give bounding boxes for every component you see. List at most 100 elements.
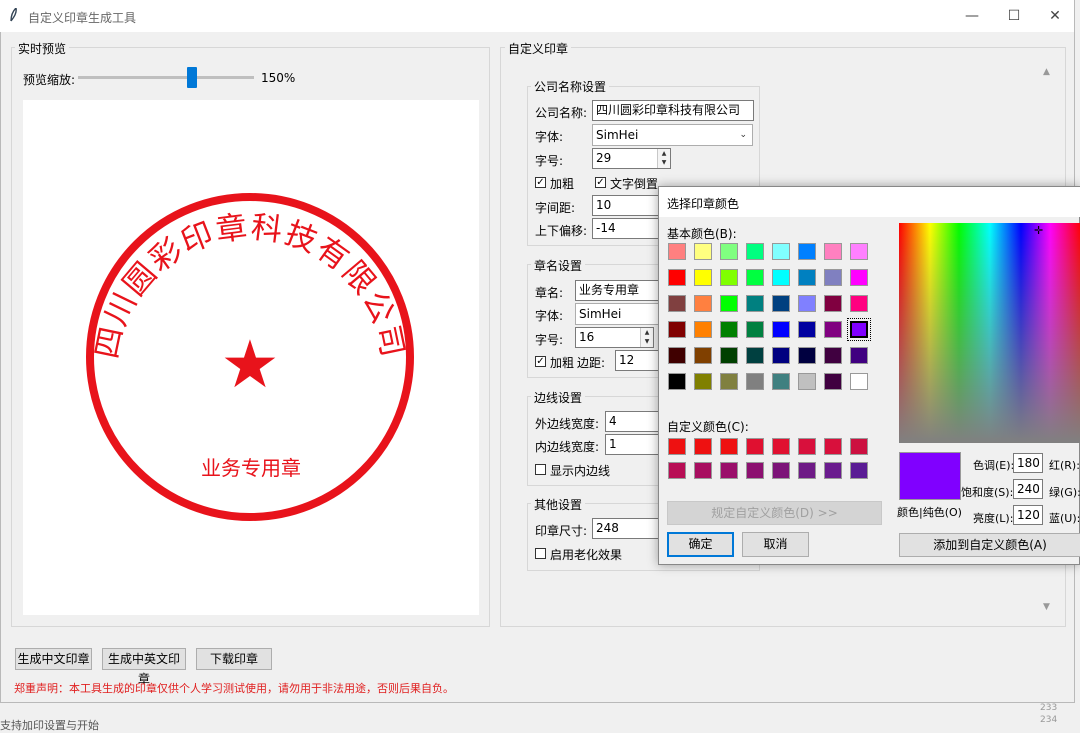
color-swatch[interactable] <box>720 347 738 364</box>
scroll-down-icon[interactable]: ▼ <box>1043 602 1050 612</box>
custom-color-swatch[interactable] <box>824 462 842 479</box>
color-swatch[interactable] <box>746 373 764 390</box>
color-swatch[interactable] <box>850 269 868 286</box>
outer-width-input[interactable]: 4 <box>605 411 660 432</box>
color-swatch[interactable] <box>824 373 842 390</box>
color-swatch[interactable] <box>772 269 790 286</box>
color-swatch[interactable] <box>746 269 764 286</box>
color-swatch[interactable] <box>694 269 712 286</box>
custom-color-swatch[interactable] <box>694 462 712 479</box>
custom-color-grid[interactable] <box>668 438 884 488</box>
color-swatch[interactable] <box>847 318 871 341</box>
color-swatch[interactable] <box>798 347 816 364</box>
color-swatch[interactable] <box>720 269 738 286</box>
color-swatch[interactable] <box>746 295 764 312</box>
color-swatch[interactable] <box>746 243 764 260</box>
close-button[interactable]: ✕ <box>1035 4 1075 28</box>
color-swatch[interactable] <box>798 269 816 286</box>
custom-color-swatch[interactable] <box>694 438 712 455</box>
color-swatch[interactable] <box>772 243 790 260</box>
color-swatch[interactable] <box>694 373 712 390</box>
company-name-input[interactable]: 四川圆彩印章科技有限公司 <box>592 100 754 121</box>
color-swatch[interactable] <box>746 321 764 338</box>
download-button[interactable]: 下载印章 <box>196 648 272 670</box>
color-swatch[interactable] <box>824 347 842 364</box>
seal-spacing-input[interactable]: 12 <box>615 350 660 371</box>
color-swatch[interactable] <box>824 295 842 312</box>
custom-color-swatch[interactable] <box>798 462 816 479</box>
custom-color-swatch[interactable] <box>668 438 686 455</box>
color-swatch[interactable] <box>772 347 790 364</box>
color-swatch[interactable] <box>772 373 790 390</box>
custom-color-swatch[interactable] <box>850 462 868 479</box>
aging-checkbox[interactable] <box>535 548 546 559</box>
color-swatch[interactable] <box>694 347 712 364</box>
color-swatch[interactable] <box>668 295 686 312</box>
ok-button[interactable]: 确定 <box>667 532 734 557</box>
color-swatch[interactable] <box>850 295 868 312</box>
offset-input[interactable]: -14 <box>592 218 659 239</box>
cancel-button[interactable]: 取消 <box>742 532 809 557</box>
show-inner-checkbox[interactable] <box>535 464 546 475</box>
color-swatch[interactable] <box>746 347 764 364</box>
maximize-button[interactable]: ☐ <box>994 4 1034 28</box>
custom-color-swatch[interactable] <box>668 462 686 479</box>
color-spectrum[interactable] <box>899 223 1080 443</box>
color-swatch[interactable] <box>720 295 738 312</box>
color-swatch[interactable] <box>772 321 790 338</box>
spin-arrows-icon[interactable]: ▲ ▼ <box>657 149 670 168</box>
custom-color-swatch[interactable] <box>850 438 868 455</box>
custom-color-swatch[interactable] <box>824 438 842 455</box>
color-swatch[interactable] <box>850 243 868 260</box>
color-swatch[interactable] <box>824 243 842 260</box>
seal-size-spinbox[interactable]: 16 ▲ ▼ <box>575 327 654 348</box>
color-swatch[interactable] <box>824 321 842 338</box>
color-swatch[interactable] <box>772 295 790 312</box>
inner-width-input[interactable]: 1 <box>605 434 660 455</box>
scroll-up-icon[interactable]: ▲ <box>1043 67 1050 77</box>
custom-color-swatch[interactable] <box>746 438 764 455</box>
color-swatch[interactable] <box>668 243 686 260</box>
invert-text-checkbox[interactable]: ✓ <box>595 177 606 188</box>
color-swatch[interactable] <box>850 373 868 390</box>
spacing-input[interactable]: 10 <box>592 195 659 216</box>
bold-checkbox[interactable]: ✓ <box>535 177 546 188</box>
hue-input[interactable]: 180 <box>1013 453 1043 473</box>
color-swatch[interactable] <box>720 373 738 390</box>
define-custom-colors-button[interactable]: 规定自定义颜色(D) >> <box>667 501 882 525</box>
custom-color-swatch[interactable] <box>772 462 790 479</box>
color-swatch[interactable] <box>798 373 816 390</box>
color-swatch[interactable] <box>798 321 816 338</box>
custom-color-swatch[interactable] <box>746 462 764 479</box>
color-swatch[interactable] <box>694 321 712 338</box>
color-swatch[interactable] <box>850 347 868 364</box>
seal-size-setting-input[interactable]: 248 <box>592 518 659 539</box>
custom-color-swatch[interactable] <box>772 438 790 455</box>
basic-color-grid[interactable] <box>668 243 884 399</box>
seal-bold-checkbox[interactable]: ✓ <box>535 356 546 367</box>
color-swatch[interactable] <box>668 269 686 286</box>
color-swatch[interactable] <box>668 347 686 364</box>
crosshair-icon[interactable]: ✛ <box>1034 224 1043 237</box>
spin-arrows-icon[interactable]: ▲ ▼ <box>640 328 653 347</box>
zoom-slider-thumb[interactable] <box>187 67 197 88</box>
color-swatch[interactable] <box>824 269 842 286</box>
luminance-input[interactable]: 120 <box>1013 505 1043 525</box>
saturation-input[interactable]: 240 <box>1013 479 1043 499</box>
color-swatch[interactable] <box>694 243 712 260</box>
color-swatch[interactable] <box>694 295 712 312</box>
color-swatch[interactable] <box>668 321 686 338</box>
seal-font-select[interactable]: SimHei <box>575 303 660 325</box>
add-custom-color-button[interactable]: 添加到自定义颜色(A) <box>899 533 1080 557</box>
color-swatch[interactable] <box>798 295 816 312</box>
color-swatch[interactable] <box>798 243 816 260</box>
generate-cn-button[interactable]: 生成中文印章 <box>15 648 92 670</box>
minimize-button[interactable]: — <box>952 4 992 28</box>
color-swatch[interactable] <box>720 243 738 260</box>
zoom-slider-track[interactable] <box>78 76 254 79</box>
company-font-select[interactable]: SimHei ⌄ <box>592 124 753 146</box>
company-size-spinbox[interactable]: 29 ▲ ▼ <box>592 148 671 169</box>
custom-color-swatch[interactable] <box>798 438 816 455</box>
custom-color-swatch[interactable] <box>720 438 738 455</box>
custom-color-swatch[interactable] <box>720 462 738 479</box>
